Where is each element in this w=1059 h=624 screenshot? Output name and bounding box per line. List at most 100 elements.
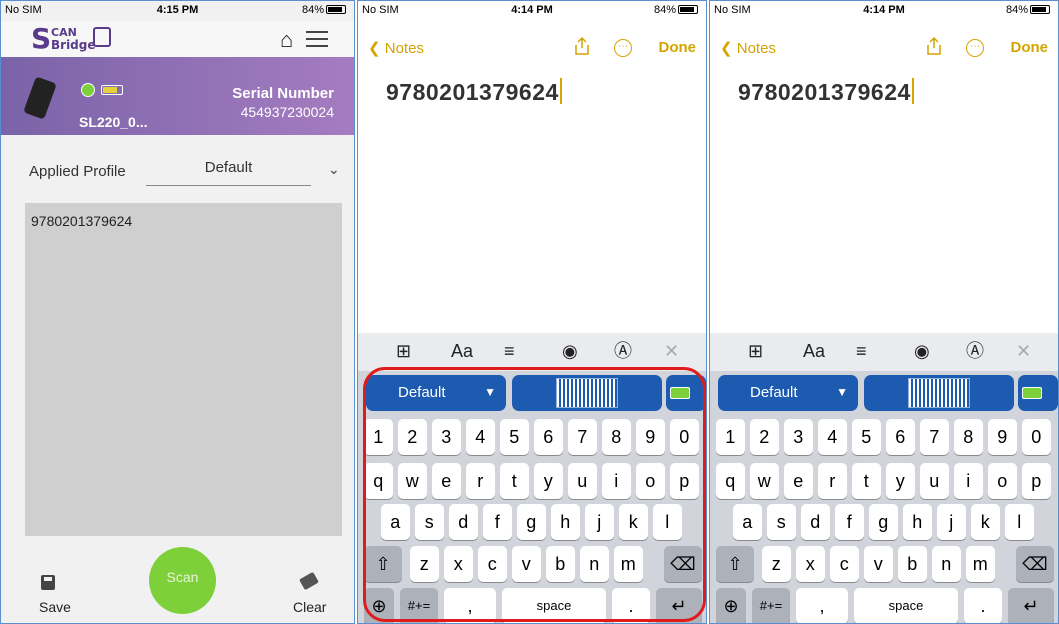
clear-button[interactable]: Clear [293, 599, 326, 615]
save-icon[interactable] [41, 575, 55, 590]
battery-percent: 84% [653, 4, 676, 16]
battery-indicator: 84% [654, 4, 698, 16]
format-text-button[interactable]: Aa [803, 341, 825, 361]
key-s[interactable]: s [767, 504, 796, 540]
note-body[interactable]: 9780201379624 [738, 78, 914, 106]
key-0[interactable]: 0 [1022, 419, 1051, 455]
scan-button[interactable]: Scan [149, 547, 216, 614]
key-j[interactable]: j [937, 504, 966, 540]
done-button[interactable]: Done [1011, 39, 1049, 56]
camera-icon[interactable]: ◉ [562, 341, 578, 361]
shift-icon[interactable]: ⇧ [716, 546, 754, 582]
back-button[interactable]: ❮ Notes [368, 39, 424, 57]
home-icon[interactable]: ⌂ [280, 29, 293, 51]
markup-icon[interactable]: Ⓐ [614, 341, 632, 361]
key-1[interactable]: 1 [716, 419, 745, 455]
key-5[interactable]: 5 [852, 419, 881, 455]
key-h[interactable]: h [903, 504, 932, 540]
status-bar: No SIM 4:15 PM 84% [1, 1, 354, 21]
note-text: 9780201379624 [738, 79, 911, 105]
key-q[interactable]: q [716, 463, 745, 499]
done-button[interactable]: Done [659, 39, 697, 56]
key-l[interactable]: l [1005, 504, 1034, 540]
text-cursor [559, 78, 562, 104]
key-a[interactable]: a [733, 504, 762, 540]
table-icon[interactable]: ⊞ [748, 341, 763, 361]
key-7[interactable]: 7 [920, 419, 949, 455]
comma-key[interactable]: , [796, 588, 848, 623]
key-d[interactable]: d [801, 504, 830, 540]
key-n[interactable]: n [932, 546, 961, 582]
key-p[interactable]: p [1022, 463, 1051, 499]
save-button[interactable]: Save [39, 599, 71, 615]
back-button[interactable]: ❮ Notes [720, 39, 776, 57]
applied-profile-label: Applied Profile [29, 163, 126, 180]
key-z[interactable]: z [762, 546, 791, 582]
text-cursor [911, 78, 914, 104]
serial-number-label: Serial Number [232, 85, 334, 102]
key-o[interactable]: o [988, 463, 1017, 499]
key-e[interactable]: e [784, 463, 813, 499]
close-icon[interactable]: ✕ [664, 341, 679, 361]
key-t[interactable]: t [852, 463, 881, 499]
key-i[interactable]: i [954, 463, 983, 499]
more-options-icon[interactable]: ⋯ [966, 39, 984, 57]
key-b[interactable]: b [898, 546, 927, 582]
notes-format-toolbar: ⊞ Aa ≡ ◉ Ⓐ ✕ [358, 333, 706, 371]
space-bar[interactable]: space [854, 588, 958, 623]
key-w[interactable]: w [750, 463, 779, 499]
camera-icon[interactable]: ◉ [914, 341, 930, 361]
scanbridge-logo: S CAN Bridge [31, 25, 111, 53]
checklist-icon[interactable]: ≡ [504, 341, 515, 361]
serial-number-value: 454937230024 [240, 104, 334, 120]
key-k[interactable]: k [971, 504, 1000, 540]
symbols-key[interactable]: #+= [752, 588, 790, 623]
globe-icon[interactable]: ⊕ [716, 588, 746, 623]
share-icon[interactable] [574, 37, 590, 55]
note-text: 9780201379624 [386, 79, 559, 105]
format-text-button[interactable]: Aa [451, 341, 473, 361]
chevron-down-icon[interactable]: ⌄ [328, 161, 340, 178]
battery-icon [1030, 5, 1050, 14]
profile-select[interactable]: Default [146, 159, 311, 176]
table-icon[interactable]: ⊞ [396, 341, 411, 361]
notes-format-toolbar: ⊞ Aa ≡ ◉ Ⓐ ✕ [710, 333, 1058, 371]
key-u[interactable]: u [920, 463, 949, 499]
key-r[interactable]: r [818, 463, 847, 499]
key-9[interactable]: 9 [988, 419, 1017, 455]
key-y[interactable]: y [886, 463, 915, 499]
battery-percent: 84% [1005, 4, 1028, 16]
notes-nav-bar: ❮ Notes ⋯ Done [710, 37, 1058, 61]
dropdown-arrow-icon: ▼ [836, 385, 848, 399]
key-2[interactable]: 2 [750, 419, 779, 455]
markup-icon[interactable]: Ⓐ [966, 341, 984, 361]
key-x[interactable]: x [796, 546, 825, 582]
period-key[interactable]: . [964, 588, 1002, 623]
battery-indicator: 84% [302, 4, 346, 16]
key-8[interactable]: 8 [954, 419, 983, 455]
scan-result-area[interactable]: 9780201379624 [25, 203, 342, 536]
key-6[interactable]: 6 [886, 419, 915, 455]
key-v[interactable]: v [864, 546, 893, 582]
profile-dropdown[interactable]: Default ▼ [718, 375, 858, 411]
scanner-device-icon [23, 76, 57, 120]
connection-status-icon [81, 83, 95, 97]
backspace-icon[interactable]: ⌫ [1016, 546, 1054, 582]
key-m[interactable]: m [966, 546, 995, 582]
share-icon[interactable] [926, 37, 942, 55]
device-info-bar[interactable]: SL220_0... Serial Number 454937230024 [1, 57, 354, 135]
checklist-icon[interactable]: ≡ [856, 341, 867, 361]
key-g[interactable]: g [869, 504, 898, 540]
key-c[interactable]: c [830, 546, 859, 582]
return-icon[interactable]: ↵ [1008, 588, 1054, 623]
more-options-icon[interactable]: ⋯ [614, 39, 632, 57]
key-4[interactable]: 4 [818, 419, 847, 455]
barcode-scan-icon[interactable] [908, 378, 970, 408]
note-body[interactable]: 9780201379624 [386, 78, 562, 106]
key-f[interactable]: f [835, 504, 864, 540]
close-icon[interactable]: ✕ [1016, 341, 1031, 361]
status-bar: No SIM 4:14 PM 84% [710, 1, 1058, 21]
battery-icon [678, 5, 698, 14]
hamburger-menu-icon[interactable] [306, 31, 328, 47]
key-3[interactable]: 3 [784, 419, 813, 455]
